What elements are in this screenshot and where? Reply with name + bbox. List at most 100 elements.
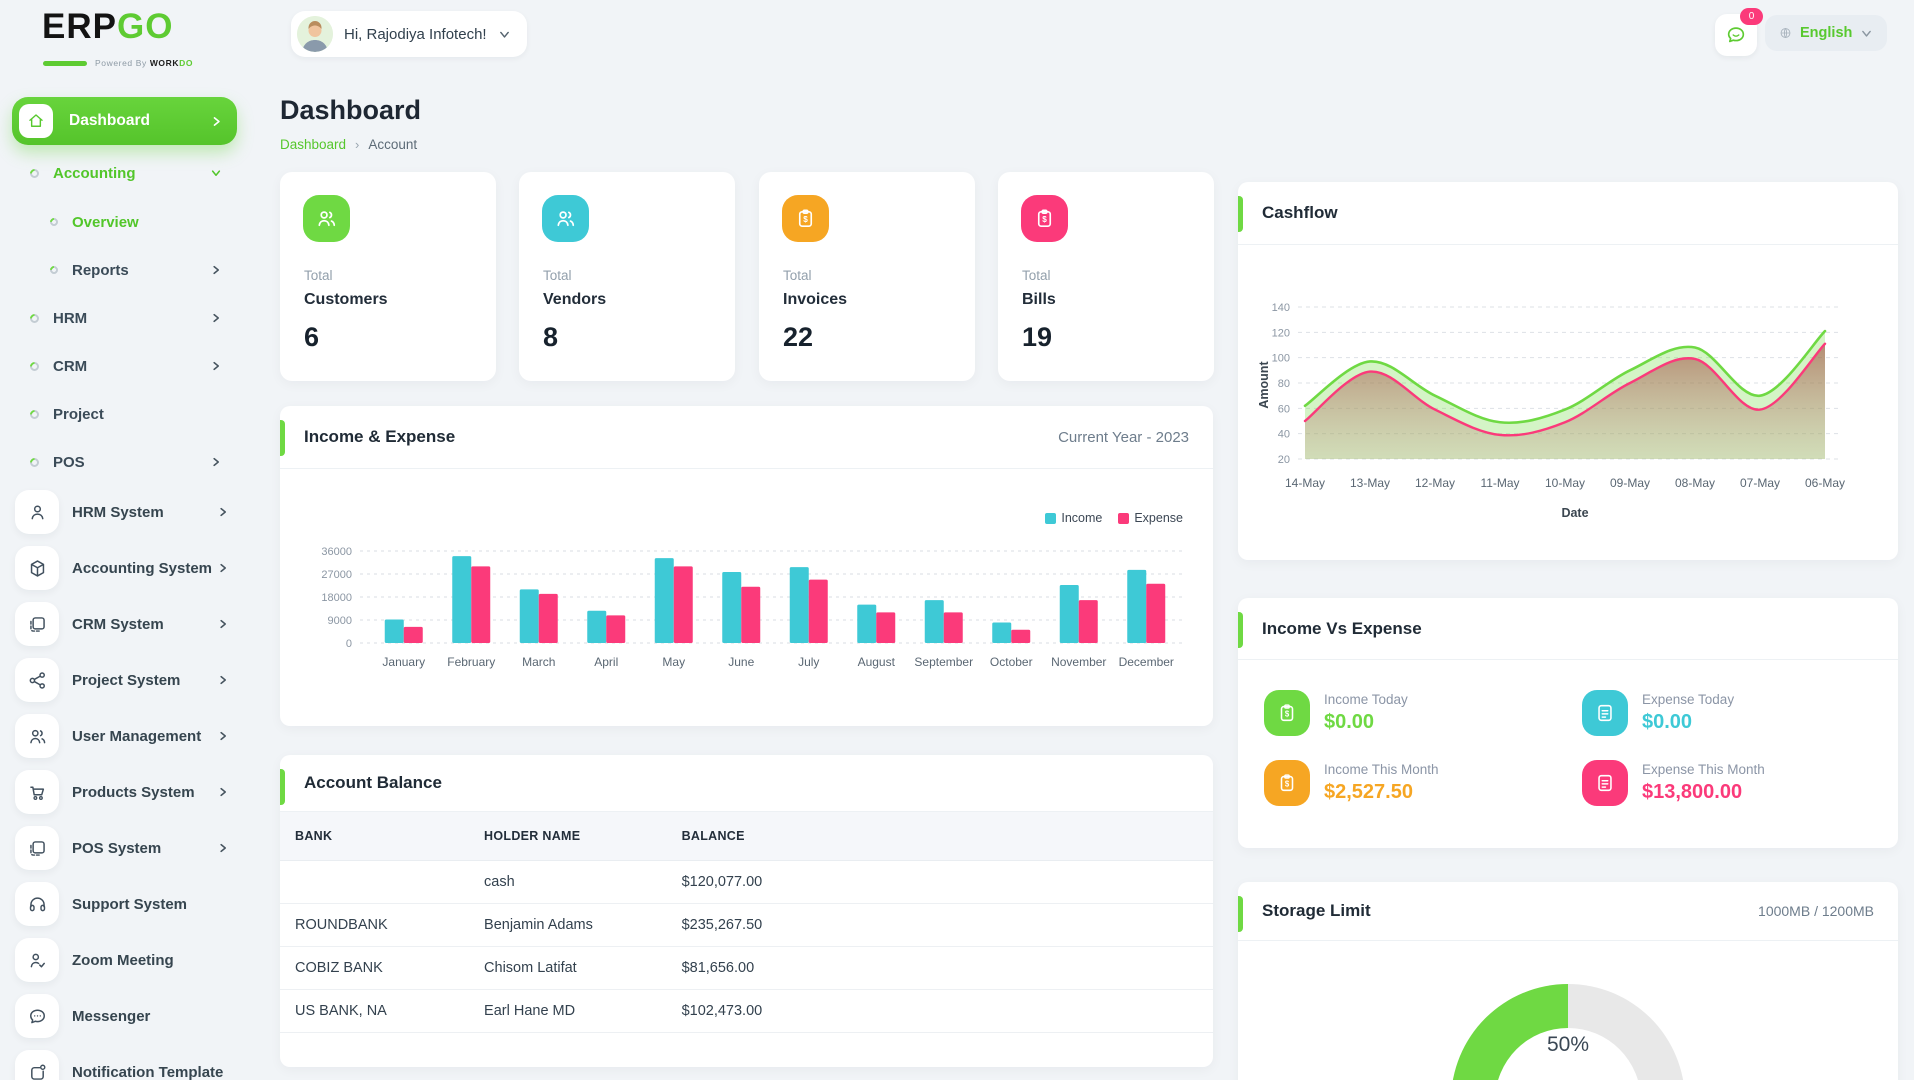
svg-text:12-May: 12-May <box>1415 476 1455 490</box>
svg-text:27000: 27000 <box>321 569 352 581</box>
sidebar-item-project[interactable]: Project <box>28 400 222 428</box>
svg-text:11-May: 11-May <box>1480 476 1519 490</box>
language-label: English <box>1800 25 1853 41</box>
sidebar-item-pos[interactable]: POS <box>28 448 222 476</box>
chevron-right-icon <box>217 506 229 518</box>
table-header-row: BANK HOLDER NAME BALANCE <box>280 812 1213 861</box>
table-row: US BANK, NA Earl Hane MD $102,473.00 <box>280 989 1213 1033</box>
svg-text:Amount: Amount <box>1257 361 1271 409</box>
panel-title: Account Balance <box>304 773 442 792</box>
language-selector[interactable]: English <box>1765 15 1888 51</box>
svg-text:October: October <box>990 655 1033 669</box>
svg-text:July: July <box>798 655 819 669</box>
legend-item-income[interactable]: Income <box>1045 511 1102 525</box>
panel-title: Income Vs Expense <box>1262 618 1422 638</box>
svg-text:$: $ <box>1042 215 1047 224</box>
sidebar-item-hrm[interactable]: HRM <box>28 304 222 332</box>
sidebar-item-dashboard[interactable]: Dashboard <box>12 97 237 145</box>
legend-item-expense[interactable]: Expense <box>1118 511 1183 525</box>
panel-accent-bar <box>280 420 285 456</box>
user-menu-button[interactable]: Hi, Rajodiya Infotech! <box>291 11 527 57</box>
page-title: Dashboard <box>280 95 422 125</box>
expense-today-value: $0.00 <box>1642 711 1693 733</box>
income-today-item: $ Income Today $0.00 <box>1264 690 1408 736</box>
chevron-down-icon <box>1860 27 1873 40</box>
panel-title: Cashflow <box>1262 203 1338 222</box>
chevron-right-icon <box>210 264 222 276</box>
stat-card-customers: Total Customers 6 <box>280 172 496 381</box>
bullet-ring-icon <box>48 264 60 276</box>
breadcrumb-separator: › <box>355 137 360 152</box>
storage-donut-chart <box>1451 984 1685 1080</box>
svg-text:December: December <box>1119 655 1174 669</box>
sidebar-item-hrm-system[interactable]: HRM System <box>15 490 233 534</box>
stat-card-invoices: $ Total Invoices 22 <box>759 172 975 381</box>
table-row: cash $120,077.00 <box>280 860 1213 904</box>
users-icon <box>542 195 589 242</box>
clipboard-dollar-icon: $ <box>1264 690 1310 736</box>
chevron-down-icon <box>210 167 222 179</box>
income-today-value: $0.00 <box>1324 711 1375 733</box>
svg-text:14-May: 14-May <box>1285 476 1325 490</box>
account-balance-table: BANK HOLDER NAME BALANCE cash $120,077.0… <box>280 812 1213 1033</box>
chevron-right-icon <box>217 674 229 686</box>
template-dot-icon <box>15 1050 59 1080</box>
chevron-right-icon <box>210 456 222 468</box>
sidebar-item-notification-template[interactable]: Notification Template <box>15 1050 233 1080</box>
svg-text:May: May <box>662 655 685 669</box>
sidebar-item-accounting-system[interactable]: Accounting System <box>15 546 233 590</box>
svg-text:80: 80 <box>1278 378 1290 390</box>
users-icon <box>15 714 59 758</box>
users-icon <box>303 195 350 242</box>
svg-text:60: 60 <box>1278 403 1290 415</box>
document-icon <box>1582 760 1628 806</box>
share-nodes-icon <box>15 658 59 702</box>
svg-text:20: 20 <box>1278 454 1290 466</box>
notifications-button[interactable]: 0 <box>1715 8 1763 56</box>
chevron-right-icon <box>217 842 229 854</box>
home-icon <box>19 104 53 138</box>
chat-bubble-icon <box>15 994 59 1038</box>
panel-period: Current Year - 2023 <box>1058 428 1189 446</box>
clipboard-dollar-icon: $ <box>1264 760 1310 806</box>
sidebar-item-messenger[interactable]: Messenger <box>15 994 233 1038</box>
legend-swatch <box>1118 512 1130 524</box>
column-header-holder: HOLDER NAME <box>469 812 667 861</box>
storage-usage-text: 1000MB / 1200MB <box>1758 903 1874 919</box>
sidebar-item-products-system[interactable]: Products System <box>15 770 233 814</box>
bullet-ring-icon <box>28 455 41 469</box>
globe-icon <box>1779 24 1792 42</box>
sidebar-item-accounting[interactable]: Accounting <box>28 159 222 187</box>
income-this-month-item: $ Income This Month $2,527.50 <box>1264 760 1439 806</box>
panel-title: Income & Expense <box>304 427 456 446</box>
stat-value: 19 <box>1022 322 1053 352</box>
sidebar-item-user-management[interactable]: User Management <box>15 714 233 758</box>
svg-text:40: 40 <box>1278 429 1290 441</box>
svg-text:August: August <box>858 655 896 669</box>
sidebar-item-reports[interactable]: Reports <box>48 256 222 284</box>
bullet-ring-icon <box>28 407 41 421</box>
sidebar-item-overview[interactable]: Overview <box>48 208 222 236</box>
sidebar-item-pos-system[interactable]: POS System <box>15 826 233 870</box>
chevron-down-icon <box>498 28 511 41</box>
svg-text:09-May: 09-May <box>1610 476 1650 490</box>
sidebar-item-crm-system[interactable]: CRM System <box>15 602 233 646</box>
breadcrumb-dashboard-link[interactable]: Dashboard <box>280 137 346 152</box>
svg-text:April: April <box>594 655 618 669</box>
app-window-icon <box>15 602 59 646</box>
expense-today-item: Expense Today $0.00 <box>1582 690 1734 736</box>
svg-text:November: November <box>1051 655 1106 669</box>
user-check-icon <box>15 938 59 982</box>
user-icon <box>15 490 59 534</box>
chevron-right-icon <box>210 312 222 324</box>
svg-text:Date: Date <box>1561 506 1588 520</box>
svg-text:100: 100 <box>1272 353 1290 365</box>
sidebar-item-zoom-meeting[interactable]: Zoom Meeting <box>15 938 233 982</box>
sidebar-item-project-system[interactable]: Project System <box>15 658 233 702</box>
sidebar-item-crm[interactable]: CRM <box>28 352 222 380</box>
chevron-right-icon <box>210 360 222 372</box>
table-row: ROUNDBANK Benjamin Adams $235,267.50 <box>280 903 1213 947</box>
bullet-ring-icon <box>28 359 41 373</box>
sidebar-item-support-system[interactable]: Support System <box>15 882 233 926</box>
panel-accent-bar <box>1238 196 1243 232</box>
